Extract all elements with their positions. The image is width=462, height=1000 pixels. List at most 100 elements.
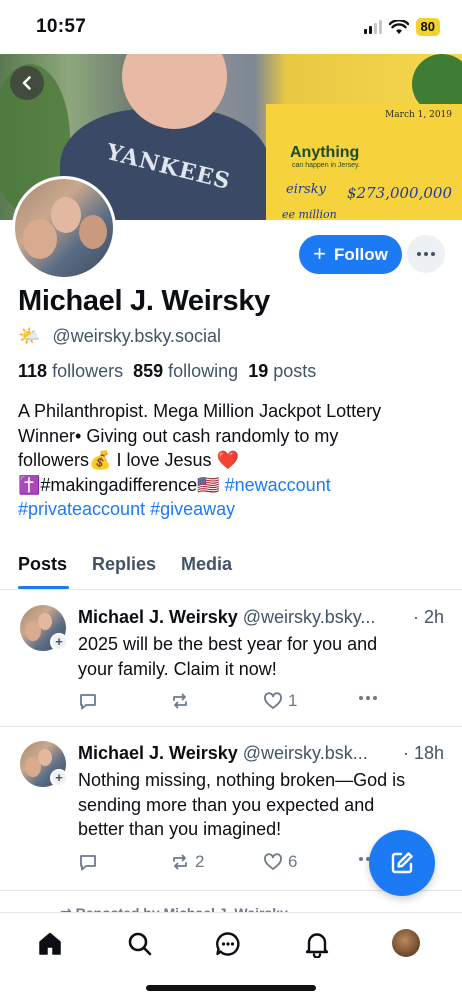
post-more-button[interactable] (358, 695, 378, 701)
posts-count: 19 (248, 361, 269, 381)
posts-label: posts (273, 361, 317, 381)
post-author-handle: @weirsky.bsky... (242, 607, 376, 627)
followers-stat[interactable]: 118 followers (18, 361, 123, 382)
reply-button[interactable] (78, 691, 98, 711)
profile-handle-row: 🌤️ @weirsky.bsky.social (18, 326, 221, 347)
profile-stats: 118 followers 859 following 19 posts (18, 361, 316, 382)
nav-home[interactable] (35, 929, 65, 959)
check-sub: can happen in Jersey. (292, 162, 360, 169)
followers-count: 118 (18, 361, 48, 381)
avatar-face (51, 197, 81, 233)
status-bar: 10:57 80 (0, 0, 462, 54)
following-count: 859 (133, 361, 164, 381)
posts-stat: 19 posts (248, 361, 316, 382)
more-options-button[interactable] (407, 235, 445, 273)
bio-line: #privateaccount #giveaway (18, 497, 448, 522)
plus-icon: + (313, 240, 327, 266)
reply-button[interactable] (78, 852, 98, 872)
post-author-handle: @weirsky.bsk... (242, 743, 368, 763)
repost-arrows-icon (173, 693, 187, 709)
nav-notifications[interactable] (302, 929, 332, 959)
check-date: March 1, 2019 (385, 110, 452, 120)
follow-plus-badge[interactable]: + (50, 769, 68, 787)
follow-button[interactable]: + Follow (299, 235, 402, 274)
sun-cloud-icon: 🌤️ (18, 326, 41, 346)
check-payee: eirsky (286, 182, 326, 197)
speech-bubble-icon (80, 694, 96, 710)
repost-count: 2 (195, 852, 205, 871)
hashtag-link[interactable]: #giveaway (150, 499, 235, 519)
avatar-face (38, 613, 52, 630)
bio-line: Winner• Giving out cash randomly to my (18, 425, 339, 446)
tab-media[interactable]: Media (181, 554, 232, 575)
battery-indicator: 80 (415, 18, 440, 36)
profile-avatar[interactable] (12, 176, 116, 280)
post-actions: 2 6 (78, 852, 398, 874)
post-author-name[interactable]: Michael J. Weirsky (78, 743, 238, 763)
compose-button[interactable] (369, 830, 435, 896)
hashtag-link[interactable]: #newaccount (225, 475, 331, 495)
post-timestamp: · 2h (410, 607, 444, 628)
chevron-left-icon (22, 76, 31, 90)
avatar-face (23, 219, 57, 259)
avatar-face (38, 749, 52, 766)
post-text-line: sending more than you expected and (78, 794, 375, 815)
following-stat[interactable]: 859 following (133, 361, 238, 382)
signal-icon (363, 20, 382, 34)
bio-line: A Philanthropist. Mega Million Jackpot L… (18, 401, 382, 421)
heart-icon (264, 853, 282, 870)
chat-icon (216, 932, 240, 956)
like-button[interactable]: 1 (263, 691, 297, 711)
like-button[interactable]: 6 (263, 852, 297, 872)
post-text-line: 2025 will be the best year for you and (78, 634, 378, 654)
profile-bio: A Philanthropist. Mega Million Jackpot L… (18, 399, 448, 522)
post-text-line: your family. Claim it now! (78, 658, 277, 679)
check-written-amount: ee million (282, 208, 337, 220)
post-author-name[interactable]: Michael J. Weirsky (78, 607, 238, 627)
avatar-face (79, 215, 107, 249)
wifi-icon (388, 19, 409, 34)
profile-display-name: Michael J. Weirsky (18, 285, 270, 317)
tab-replies[interactable]: Replies (92, 554, 156, 575)
repost-button[interactable]: 2 (170, 852, 204, 872)
post-text: Nothing missing, nothing broken—God is s… (78, 768, 438, 842)
followers-label: followers (52, 361, 124, 381)
back-button[interactable] (10, 66, 44, 100)
like-count: 1 (288, 691, 298, 710)
ellipsis-icon (417, 252, 435, 256)
repost-arrows-icon (173, 854, 187, 870)
post-header: Michael J. Weirsky @weirsky.bsk... (78, 743, 446, 764)
speech-bubble-icon (80, 855, 96, 871)
nav-profile-avatar[interactable] (392, 929, 420, 957)
repost-button[interactable] (170, 691, 195, 711)
status-time: 10:57 (36, 16, 87, 37)
follow-label: Follow (334, 244, 388, 264)
home-icon (39, 932, 61, 955)
post-actions: 1 (78, 691, 398, 713)
profile-handle: @weirsky.bsky.social (52, 326, 222, 346)
bio-text: ✝️#makingadifference🇺🇸 (18, 474, 220, 495)
check-anything: Anything (290, 144, 360, 161)
heart-icon (264, 692, 282, 709)
bell-icon (305, 933, 329, 958)
banner-lottery-check: March 1, 2019 Anything can happen in Jer… (266, 104, 462, 220)
active-tab-indicator (18, 586, 69, 589)
post-header: Michael J. Weirsky @weirsky.bsky... (78, 607, 446, 628)
follow-plus-badge[interactable]: + (50, 633, 68, 651)
post-text: 2025 will be the best year for you and y… (78, 632, 438, 681)
bio-line: ✝️#makingadifference🇺🇸 #newaccount (18, 473, 448, 498)
home-indicator (146, 985, 316, 991)
hashtag-link[interactable]: #privateaccount (18, 499, 145, 519)
following-label: following (168, 361, 239, 381)
profile-tabs: Posts Replies Media (0, 548, 462, 590)
nav-search[interactable] (125, 929, 155, 959)
status-indicators: 80 (363, 18, 440, 36)
bio-line: followers💰 I love Jesus ❤️ (18, 450, 239, 470)
nav-chat[interactable] (213, 929, 243, 959)
ellipsis-icon (359, 696, 377, 700)
search-icon (128, 932, 152, 956)
feed-post[interactable]: + Michael J. Weirsky @weirsky.bsky... · … (0, 591, 462, 727)
post-text-line: Nothing missing, nothing broken—God is (78, 770, 406, 790)
pencil-square-icon (391, 852, 413, 874)
tab-posts[interactable]: Posts (18, 554, 67, 575)
